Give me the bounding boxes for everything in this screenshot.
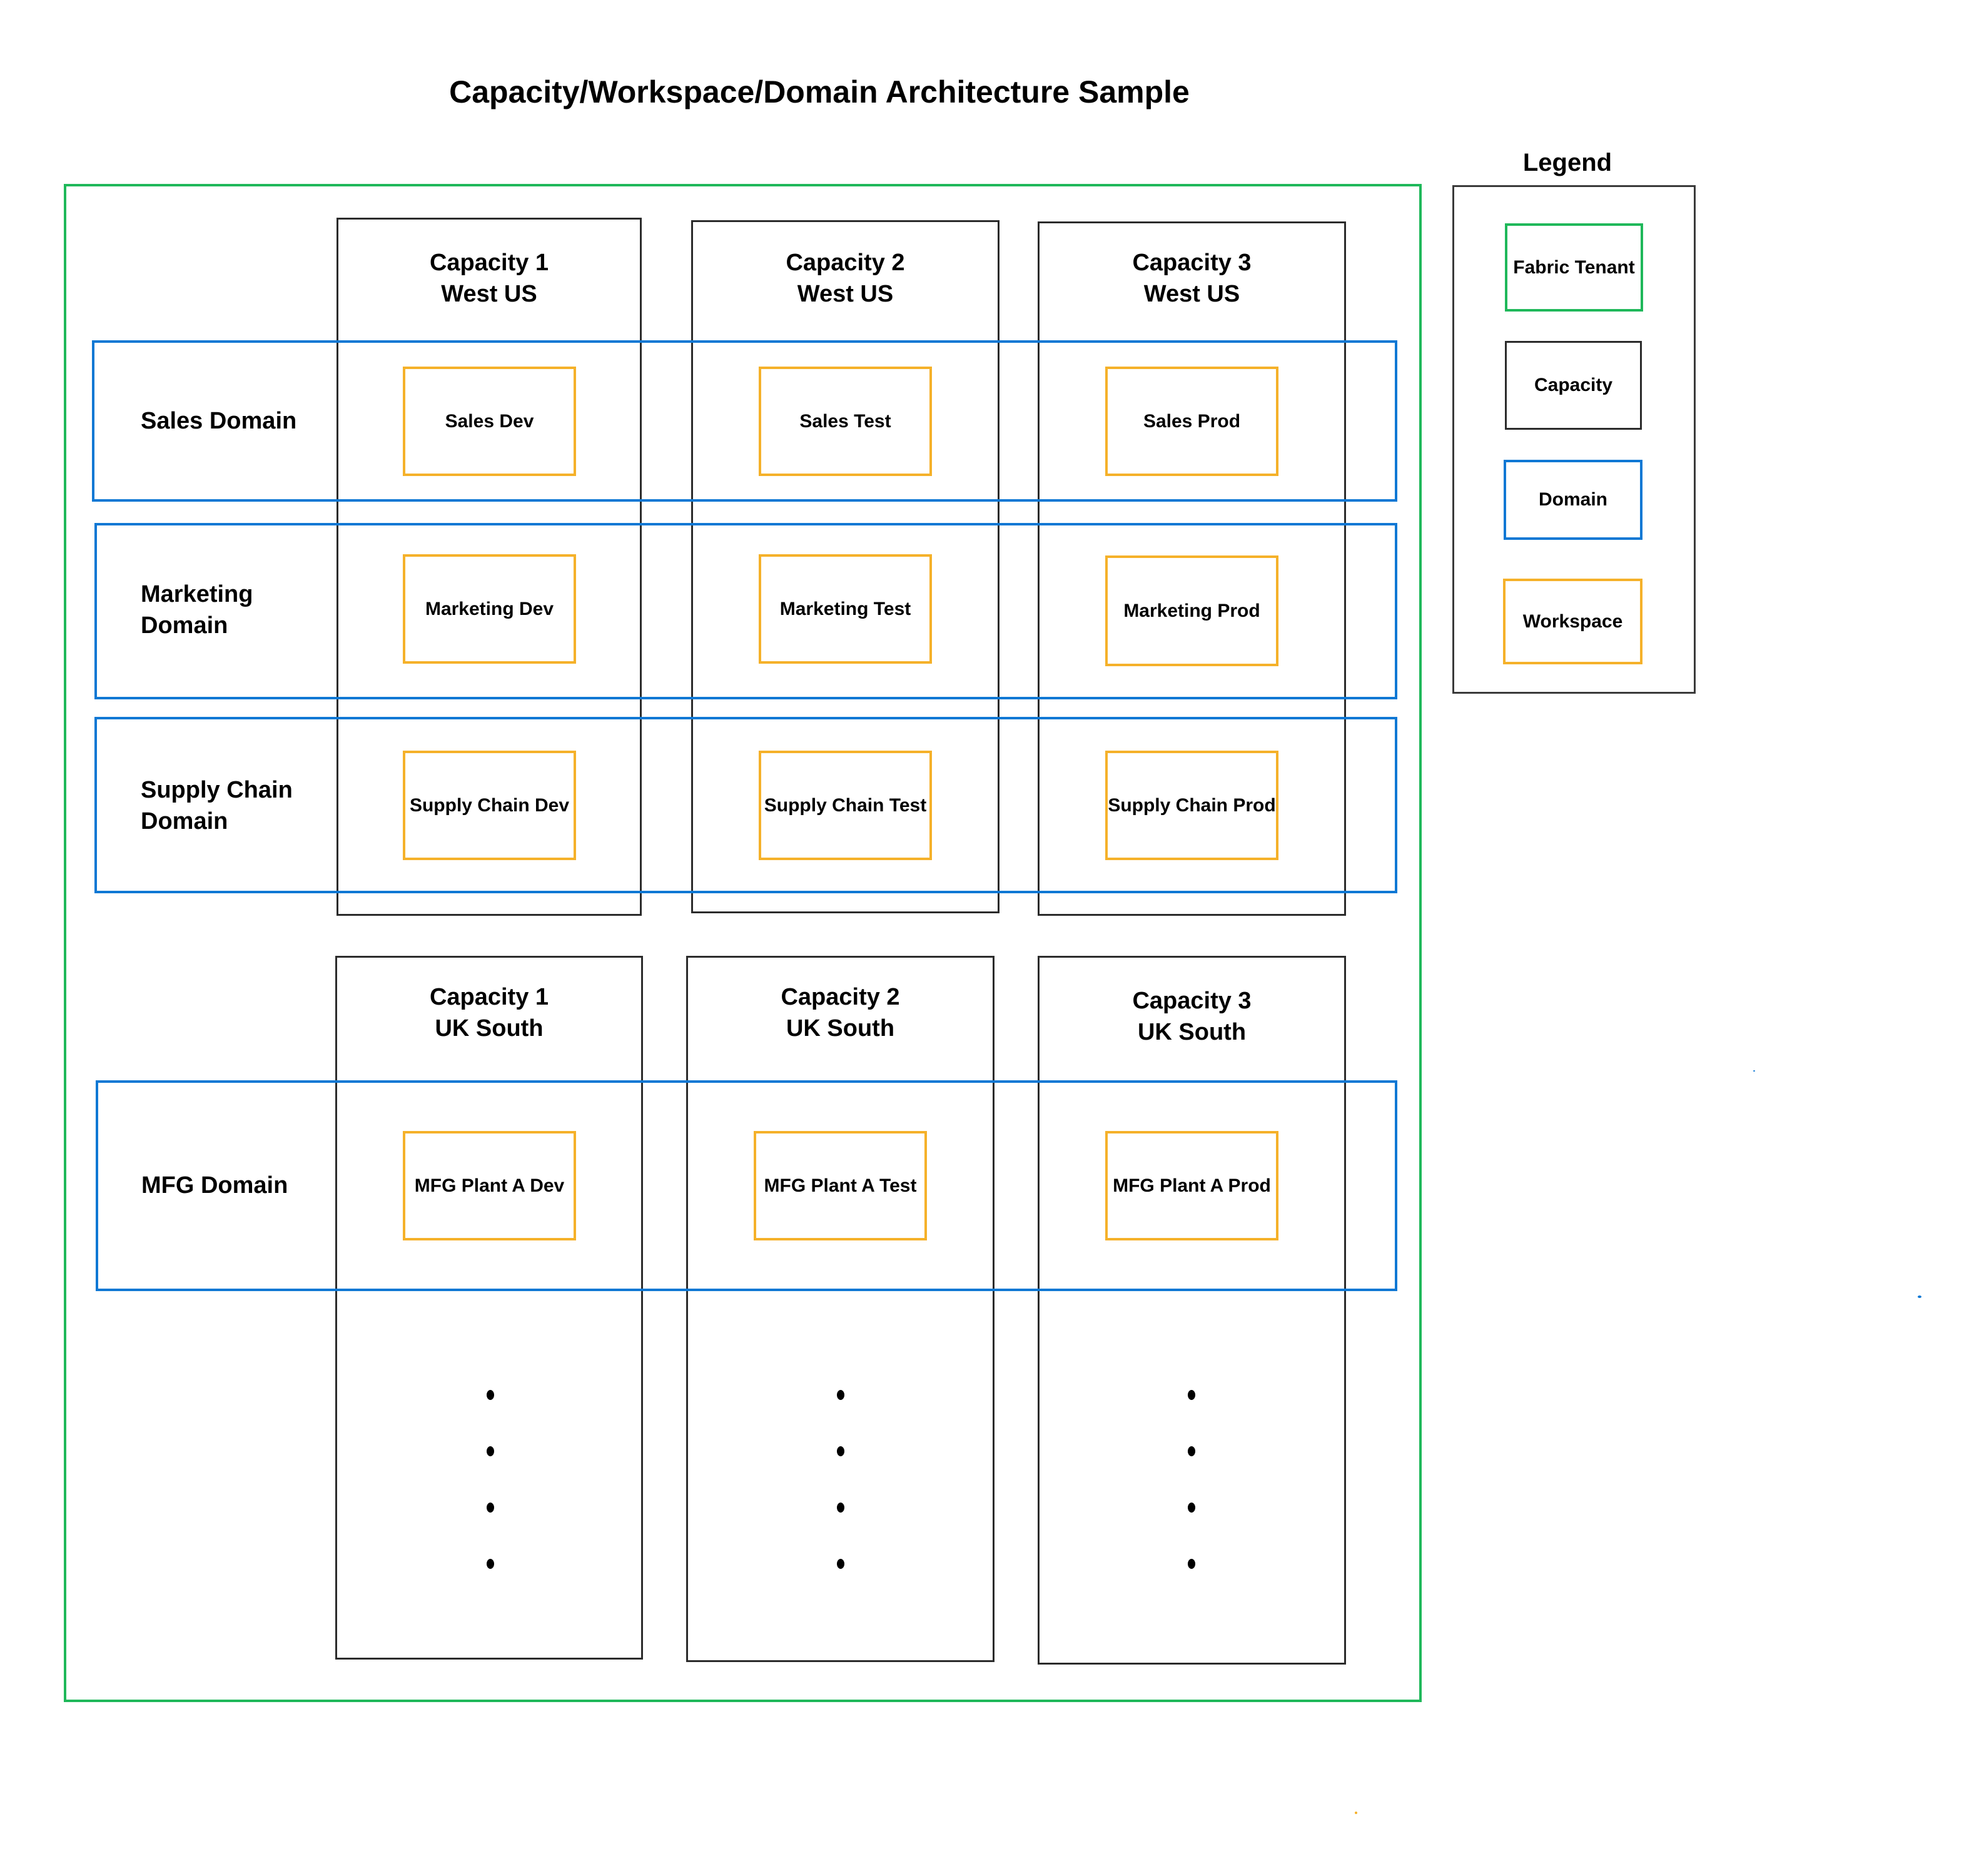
workspace-sales-prod[interactable]: Sales Prod — [1105, 367, 1278, 476]
workspace-marketing-prod[interactable]: Marketing Prod — [1105, 555, 1278, 666]
capacity-label: Capacity 1 West US — [429, 250, 549, 307]
stray-mark — [1918, 1295, 1921, 1298]
ellipsis-dot — [1188, 1390, 1195, 1400]
ellipsis-dot — [837, 1559, 844, 1569]
ellipsis-dot — [487, 1503, 494, 1513]
legend-label: Capacity — [1534, 375, 1613, 395]
diagram-title: Capacity/Workspace/Domain Architecture S… — [449, 74, 1190, 109]
capacity-label: Capacity 1 UK South — [429, 984, 549, 1042]
workspace-marketing-test[interactable]: Marketing Test — [759, 554, 932, 664]
ellipsis-dot — [1188, 1559, 1195, 1569]
ellipsis-dot — [837, 1446, 844, 1456]
domain-label-sales: Sales Domain — [141, 408, 297, 434]
legend-item-workspace: Workspace — [1503, 579, 1642, 664]
workspace-sales-dev[interactable]: Sales Dev — [403, 367, 576, 476]
workspace-mfg-plant-a-prod[interactable]: MFG Plant A Prod — [1105, 1131, 1278, 1240]
capacity-label: Capacity 3 UK South — [1132, 988, 1252, 1045]
domain-label-marketing: Marketing Domain — [141, 581, 253, 639]
workspace-marketing-dev[interactable]: Marketing Dev — [403, 554, 576, 664]
legend-item-fabric-tenant: Fabric Tenant — [1505, 223, 1643, 312]
workspace-mfg-plant-a-dev[interactable]: MFG Plant A Dev — [403, 1131, 576, 1240]
stray-mark — [1753, 1070, 1755, 1072]
workspace-sales-test[interactable]: Sales Test — [759, 367, 932, 476]
ellipsis-dot — [1188, 1446, 1195, 1456]
legend-label: Fabric Tenant — [1513, 256, 1635, 278]
ellipsis-dot — [837, 1390, 844, 1400]
workspace-supply-chain-dev[interactable]: Supply Chain Dev — [403, 751, 576, 860]
capacity-1-uk-south: Capacity 1 UK South — [335, 956, 643, 1660]
ellipsis-dot — [1188, 1503, 1195, 1513]
capacity-2-uk-south: Capacity 2 UK South — [686, 956, 995, 1662]
capacity-label: Capacity 2 West US — [786, 250, 905, 307]
legend-label: Workspace — [1522, 611, 1623, 632]
ellipsis-dot — [837, 1503, 844, 1513]
workspace-mfg-plant-a-test[interactable]: MFG Plant A Test — [754, 1131, 927, 1240]
domain-label-mfg: MFG Domain — [141, 1172, 288, 1199]
legend-item-capacity: Capacity — [1505, 341, 1642, 430]
ellipsis-dot — [487, 1446, 494, 1456]
ellipsis-dot — [487, 1390, 494, 1400]
capacity-label: Capacity 3 West US — [1132, 250, 1252, 307]
legend-title: Legend — [1522, 149, 1612, 176]
workspace-supply-chain-prod[interactable]: Supply Chain Prod — [1105, 751, 1278, 860]
workspace-supply-chain-test[interactable]: Supply Chain Test — [759, 751, 932, 860]
capacity-label: Capacity 2 UK South — [781, 984, 900, 1042]
legend-item-domain: Domain — [1504, 460, 1642, 540]
domain-label-supply-chain: Supply Chain Domain — [141, 777, 293, 834]
ellipsis-dot — [487, 1559, 494, 1569]
legend-label: Domain — [1538, 489, 1607, 510]
stray-mark — [1355, 1812, 1357, 1814]
